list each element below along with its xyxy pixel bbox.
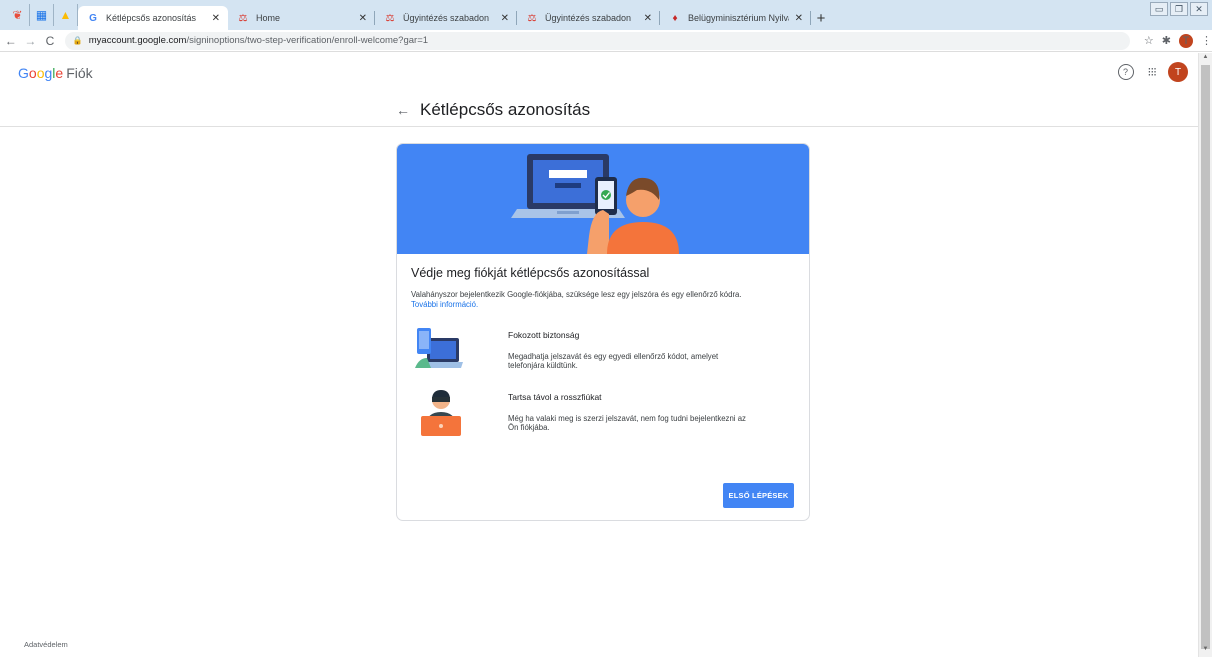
feature-keep-out: Tartsa távol a rosszfiúkat Még ha valaki… bbox=[397, 386, 809, 446]
window-controls: ▭ ❐ ✕ bbox=[1148, 2, 1208, 16]
pinned-tabs: ❦ ▦ ▲ bbox=[0, 0, 78, 30]
card-heading: Védje meg fiókját kétlépcsős azonosításs… bbox=[411, 266, 650, 280]
page-title-row: ← Kétlépcsős azonosítás bbox=[396, 100, 590, 120]
header-actions: ? ⁝⁝⁝ T bbox=[1117, 62, 1188, 82]
tab-close-icon[interactable]: ✕ bbox=[644, 13, 652, 24]
tab-close-icon[interactable]: ✕ bbox=[359, 13, 367, 24]
tab-close-icon[interactable]: ✕ bbox=[212, 13, 220, 24]
url-host: myaccount.google.com bbox=[88, 35, 187, 46]
feature-text: Még ha valaki meg is szerzi jelszavát, n… bbox=[508, 414, 746, 432]
feature-text: Megadhatja jelszavát és egy egyedi ellen… bbox=[508, 352, 719, 370]
page-title: Kétlépcsős azonosítás bbox=[420, 100, 591, 119]
scroll-down-icon[interactable]: ▼ bbox=[1199, 646, 1212, 656]
close-window-icon[interactable]: ✕ bbox=[1190, 2, 1208, 16]
logo-letter: e bbox=[55, 65, 64, 81]
more-info-link[interactable]: További információ. bbox=[411, 300, 795, 310]
page-content: Google Fiók ? ⁝⁝⁝ T ← Kétlépcsős azonosít… bbox=[0, 53, 1198, 657]
minimize-icon[interactable]: ▭ bbox=[1150, 2, 1168, 16]
reload-icon[interactable]: C bbox=[41, 34, 59, 48]
new-tab-button[interactable]: + bbox=[811, 6, 831, 30]
privacy-link[interactable]: Adatvédelem bbox=[24, 640, 68, 649]
logo-letter: G bbox=[18, 65, 29, 81]
menu-icon[interactable]: ⋮ bbox=[1201, 34, 1212, 47]
browser-toolbar: ← → C 🔒 myaccount.google.com /signinopti… bbox=[0, 30, 1212, 52]
scales-favicon-icon: ⚖ bbox=[385, 12, 395, 24]
tab-title: Ügyintézés szabadon bbox=[403, 13, 490, 23]
back-arrow-icon[interactable]: ← bbox=[396, 102, 410, 118]
tab-belugyminiszterium[interactable]: ♦ Belügyminisztérium Nyilvántartás ✕ bbox=[660, 6, 811, 30]
url-path: /signinoptions/two-step-verification/enr… bbox=[186, 35, 429, 46]
tab-close-icon[interactable]: ✕ bbox=[795, 13, 803, 24]
tab-home[interactable]: ⚖ Home ✕ bbox=[228, 6, 375, 30]
apps-grid-icon[interactable]: ⁝⁝⁝ bbox=[1148, 65, 1158, 79]
back-icon[interactable]: ← bbox=[2, 34, 20, 48]
profile-avatar[interactable]: T bbox=[1179, 33, 1194, 48]
restore-icon[interactable]: ❐ bbox=[1170, 2, 1188, 16]
scales-favicon-icon: ⚖ bbox=[238, 12, 248, 24]
bookmark-star-icon[interactable]: ☆ bbox=[1144, 34, 1154, 47]
google-account-logo[interactable]: Google Fiók bbox=[18, 65, 93, 81]
browser-tabstrip: ❦ ▦ ▲ G Kétlépcsős azonosítás ✕ ⚖ Home ✕… bbox=[0, 0, 1212, 30]
person-laptop-phone-illustration bbox=[511, 154, 679, 254]
google-favicon-icon: G bbox=[89, 12, 97, 24]
scroll-thumb[interactable] bbox=[1201, 65, 1210, 649]
tab-title: Belügyminisztérium Nyilvántartás bbox=[688, 13, 789, 23]
toolbar-actions: ☆ ✱ T ⋮ bbox=[1136, 33, 1212, 48]
two-step-card: Védje meg fiókját kétlépcsős azonosításs… bbox=[396, 143, 810, 521]
account-header: Google Fiók ? ⁝⁝⁝ T ← Kétlépcsős azonosít… bbox=[0, 53, 1198, 127]
tab-ketlepcsos[interactable]: G Kétlépcsős azonosítás ✕ bbox=[78, 6, 228, 30]
pinned-tab-3[interactable]: ▲ bbox=[54, 4, 78, 26]
lock-icon: 🔒 bbox=[72, 36, 83, 45]
get-started-button[interactable]: ELSŐ LÉPÉSEK bbox=[723, 483, 794, 508]
feature-title: Fokozott biztonság bbox=[508, 330, 580, 340]
pinned-tab-2[interactable]: ▦ bbox=[30, 4, 54, 26]
tab-title: Kétlépcsős azonosítás bbox=[106, 13, 197, 23]
address-bar[interactable]: 🔒 myaccount.google.com /signinoptions/tw… bbox=[64, 31, 1130, 50]
tab-ugyintezes-2[interactable]: ⚖ Ügyintézés szabadon ✕ bbox=[517, 6, 660, 30]
tab-separator bbox=[810, 11, 811, 25]
scroll-up-icon[interactable]: ▲ bbox=[1199, 54, 1212, 64]
page-scrollbar[interactable]: ▲ ▼ bbox=[1198, 53, 1212, 657]
description-text: Valahányszor bejelentkezik Google-fiókjá… bbox=[411, 290, 742, 299]
card-description: Valahányszor bejelentkezik Google-fiókjá… bbox=[411, 290, 795, 310]
masked-burglar-icon bbox=[421, 390, 461, 436]
phone-laptop-icon bbox=[415, 328, 463, 368]
tab-title: Home bbox=[256, 13, 281, 23]
scales-favicon-icon: ⚖ bbox=[527, 12, 537, 24]
app-icon: ❦ bbox=[12, 8, 23, 22]
crest-favicon-icon: ♦ bbox=[672, 12, 678, 24]
hero-illustration bbox=[397, 144, 809, 254]
forward-icon[interactable]: → bbox=[22, 34, 40, 48]
logo-product-name: Fiók bbox=[66, 65, 93, 81]
feature-security: Fokozott biztonság Megadhatja jelszavát … bbox=[397, 324, 809, 384]
drive-icon: ▲ bbox=[59, 8, 72, 22]
tab-title: Ügyintézés szabadon bbox=[545, 13, 632, 23]
help-icon[interactable]: ? bbox=[1117, 64, 1134, 80]
account-avatar[interactable]: T bbox=[1168, 62, 1188, 82]
logo-letter: o bbox=[28, 65, 37, 81]
extensions-icon[interactable]: ✱ bbox=[1162, 34, 1171, 47]
tab-close-icon[interactable]: ✕ bbox=[501, 13, 509, 24]
feature-title: Tartsa távol a rosszfiúkat bbox=[508, 392, 602, 402]
calendar-icon: ▦ bbox=[35, 8, 48, 22]
tab-ugyintezes-1[interactable]: ⚖ Ügyintézés szabadon ✕ bbox=[375, 6, 517, 30]
pinned-tab-1[interactable]: ❦ bbox=[6, 4, 30, 26]
